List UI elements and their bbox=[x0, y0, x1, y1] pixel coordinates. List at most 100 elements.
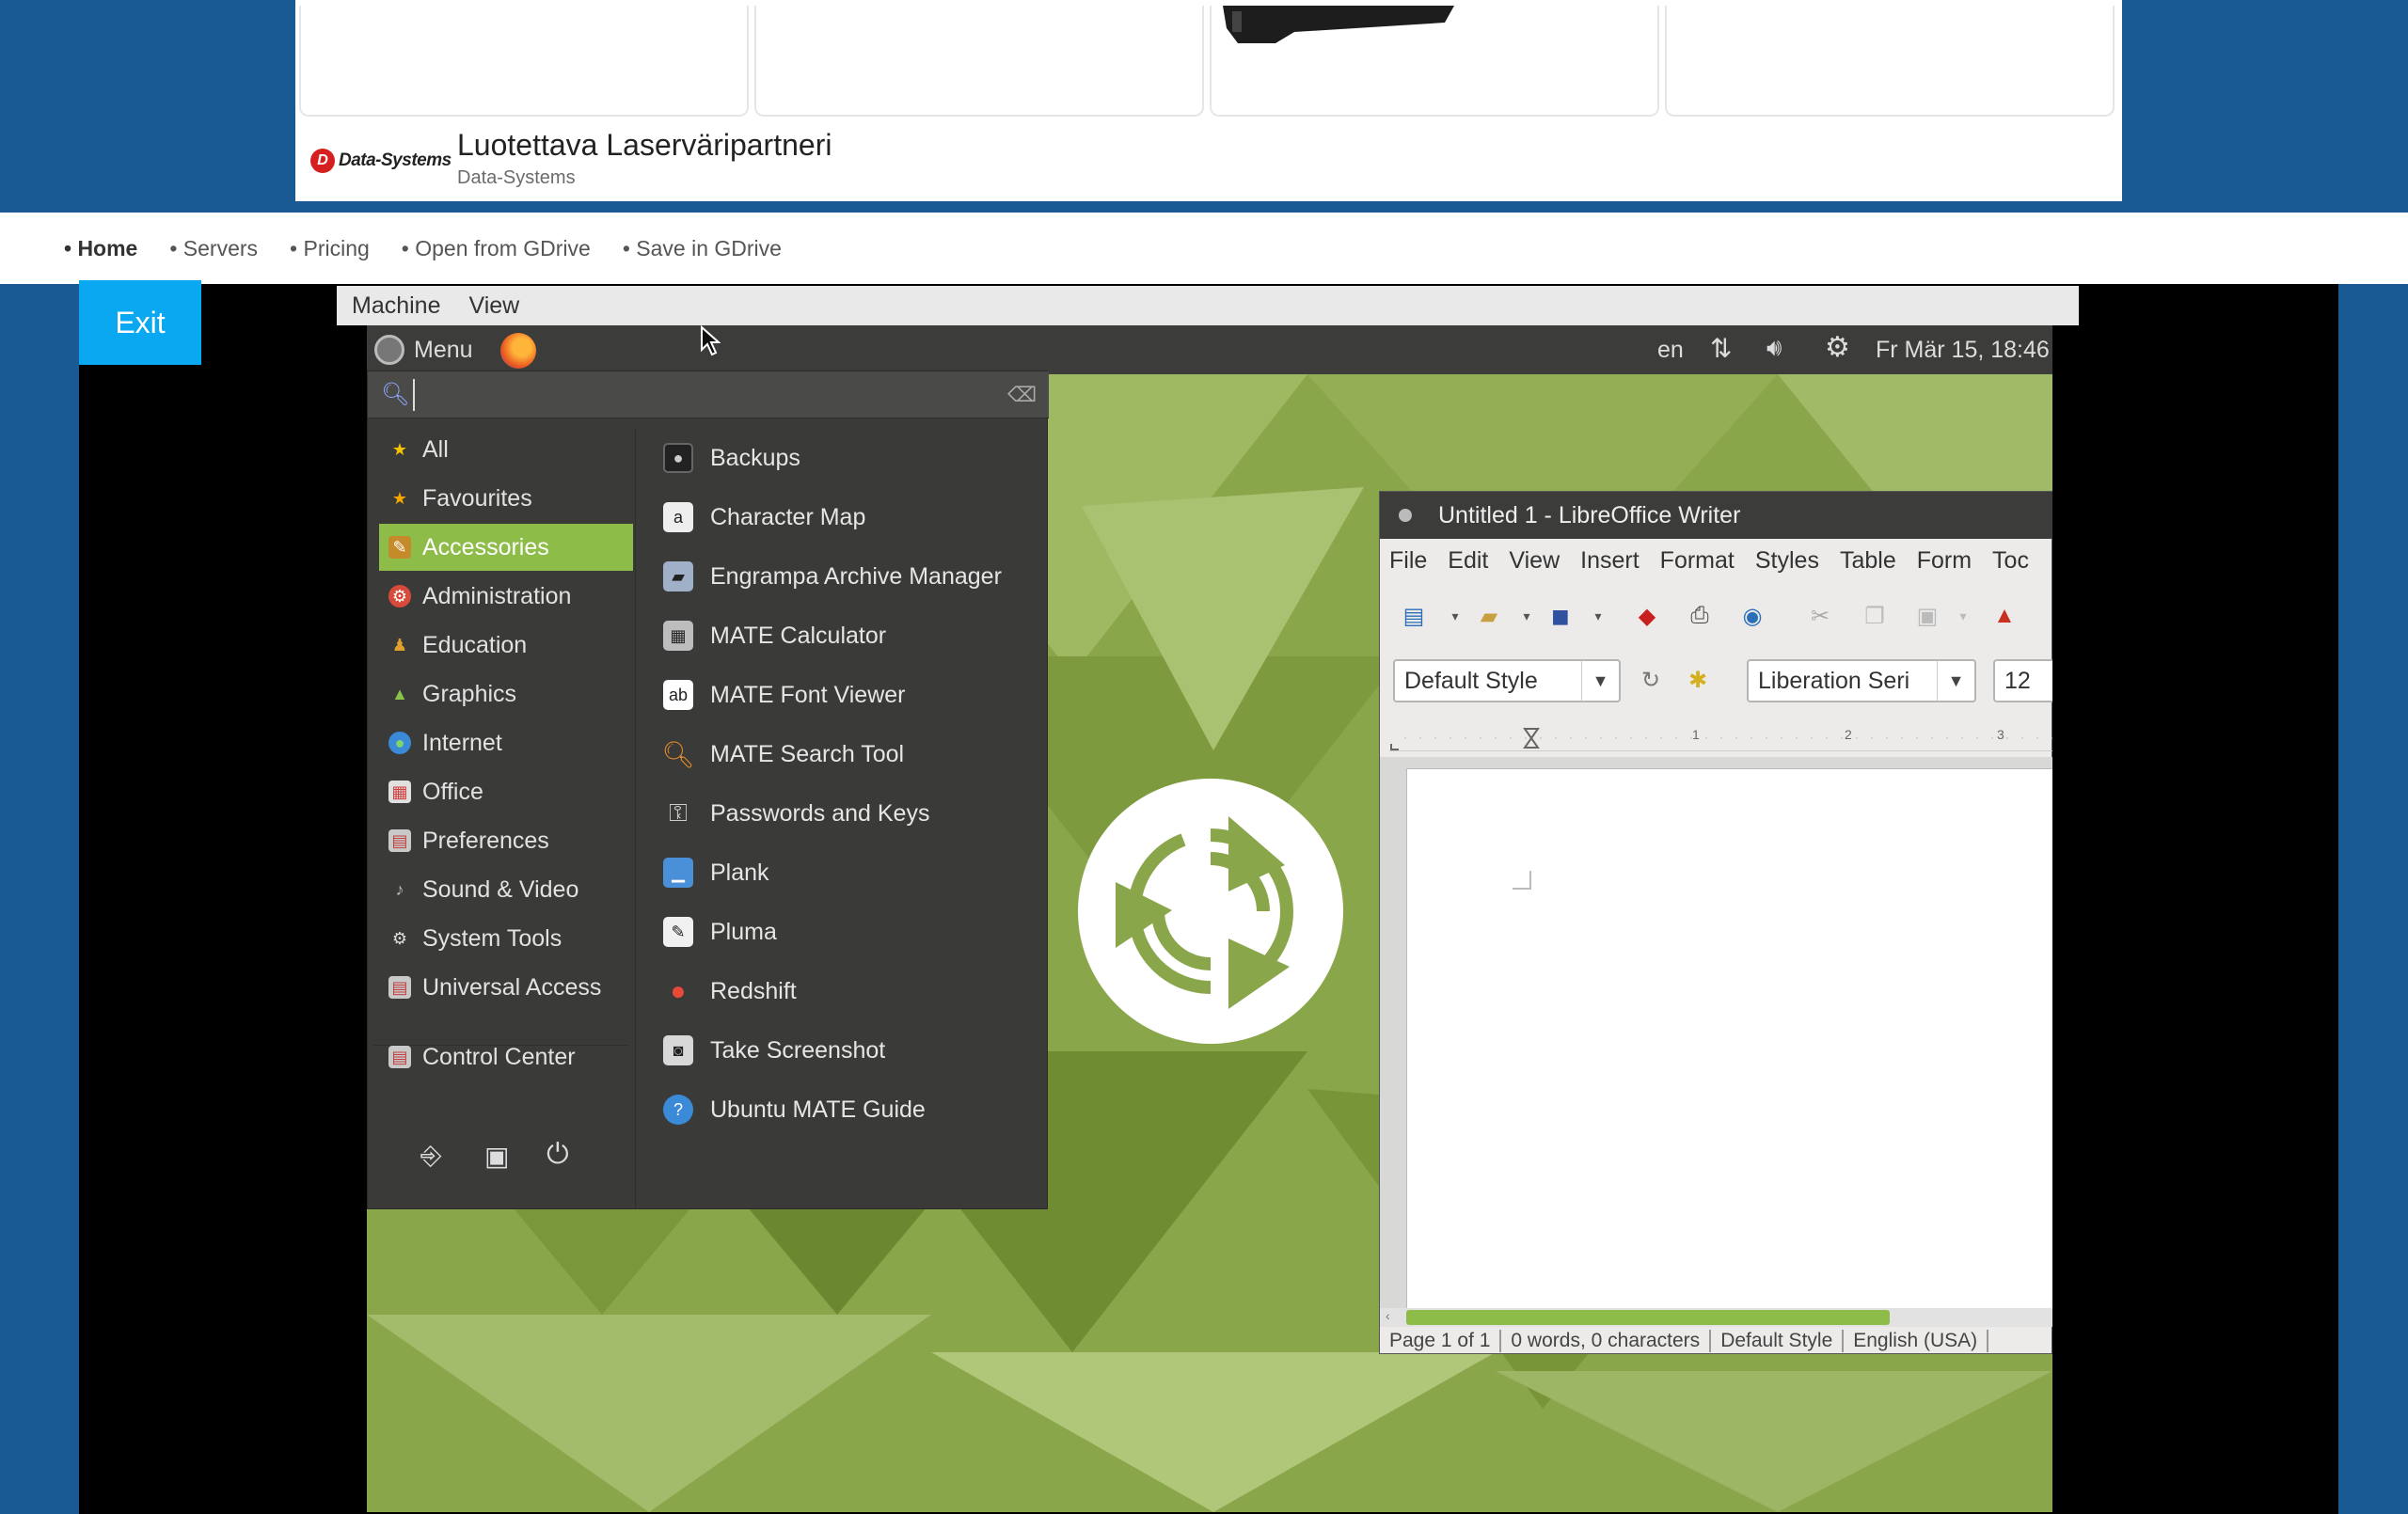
app-mate-search-tool[interactable]: 🔍︎ MATE Search Tool bbox=[650, 728, 1036, 781]
app-mate-font-viewer[interactable]: ab MATE Font Viewer bbox=[650, 669, 1036, 721]
status-page[interactable]: Page 1 of 1 bbox=[1380, 1330, 1502, 1352]
print-icon[interactable]: ⎙ bbox=[1681, 597, 1719, 635]
volume-icon[interactable]: 🔊︎ bbox=[1766, 333, 1782, 363]
writer-menu-insert[interactable]: Insert bbox=[1580, 547, 1640, 575]
app-mate-calculator[interactable]: ▦ MATE Calculator bbox=[650, 609, 1036, 662]
scroll-left-icon[interactable]: ‹ bbox=[1386, 1308, 1390, 1323]
writer-menu-form[interactable]: Form bbox=[1917, 547, 1972, 575]
app-backups[interactable]: ● Backups bbox=[650, 432, 1036, 484]
window-menu-icon[interactable] bbox=[1399, 509, 1412, 522]
category-favourites[interactable]: ★ Favourites bbox=[379, 475, 633, 522]
writer-menu-format[interactable]: Format bbox=[1660, 547, 1735, 575]
writer-menu-tools[interactable]: Toc bbox=[1992, 547, 2029, 575]
category-internet[interactable]: ● Internet bbox=[379, 719, 633, 766]
open-folder-icon[interactable]: ▰ bbox=[1470, 597, 1508, 635]
lock-screen-icon[interactable]: ▣ bbox=[484, 1141, 509, 1172]
power-icon[interactable]: ⏻ bbox=[547, 1139, 569, 1171]
app-redshift[interactable]: ● Redshift bbox=[650, 965, 1036, 1017]
document-page[interactable] bbox=[1406, 768, 2052, 1310]
clear-search-icon[interactable]: ⌫ bbox=[1007, 383, 1037, 407]
cut-icon[interactable]: ✂ bbox=[1801, 597, 1839, 635]
category-control-center[interactable]: ▤ Control Center bbox=[379, 1033, 633, 1080]
category-education[interactable]: ♟ Education bbox=[379, 622, 633, 669]
writer-menu-styles[interactable]: Styles bbox=[1755, 547, 1819, 575]
app-ubuntu-mate-guide[interactable]: ? Ubuntu MATE Guide bbox=[650, 1083, 1036, 1136]
open-dropdown-icon[interactable]: ▾ bbox=[1508, 597, 1545, 635]
horizontal-ruler[interactable]: 1 2 3 bbox=[1389, 723, 2052, 751]
menu-search-input[interactable] bbox=[413, 379, 977, 411]
nav-pricing[interactable]: • Pricing bbox=[290, 236, 370, 261]
category-system-tools[interactable]: ⚙ System Tools bbox=[379, 915, 633, 962]
logout-icon[interactable]: ⎆ bbox=[420, 1141, 441, 1172]
save-icon[interactable]: ◼ bbox=[1542, 597, 1579, 635]
font-name-select[interactable]: Liberation Seri ▼ bbox=[1747, 659, 1976, 702]
app-plank[interactable]: ▁ Plank bbox=[650, 846, 1036, 899]
keyboard-layout-indicator[interactable]: en bbox=[1657, 337, 1684, 364]
document-area[interactable] bbox=[1380, 757, 2052, 1310]
new-document-icon[interactable]: ▤ bbox=[1395, 597, 1433, 635]
ad-product-tile[interactable] bbox=[1210, 6, 1659, 117]
app-take-screenshot[interactable]: ◙ Take Screenshot bbox=[650, 1024, 1036, 1077]
writer-menu-table[interactable]: Table bbox=[1840, 547, 1896, 575]
print-preview-icon[interactable]: ◉ bbox=[1734, 597, 1771, 635]
category-office[interactable]: ▦ Office bbox=[379, 768, 633, 815]
nav-open-from-gdrive[interactable]: • Open from GDrive bbox=[402, 236, 591, 261]
app-pluma[interactable]: ✎ Pluma bbox=[650, 906, 1036, 958]
status-language[interactable]: English (USA) bbox=[1844, 1330, 1989, 1352]
scrollbar-thumb[interactable] bbox=[1406, 1310, 1890, 1325]
category-preferences[interactable]: ▤ Preferences bbox=[379, 817, 633, 864]
app-character-map[interactable]: a Character Map bbox=[650, 491, 1036, 544]
vm-screen[interactable]: Menu en ⇅ 🔊︎ ⚙ Fr Mär 15, 18:46 🔍︎ ⌫ ★ Al… bbox=[367, 325, 2052, 1512]
nav-save-in-gdrive[interactable]: • Save in GDrive bbox=[623, 236, 782, 261]
category-accessories[interactable]: ✎ Accessories bbox=[379, 524, 633, 571]
clone-formatting-icon[interactable]: ▲ bbox=[1986, 597, 2023, 635]
paste-dropdown-icon[interactable]: ▾ bbox=[1944, 597, 1982, 635]
writer-titlebar[interactable]: Untitled 1 - LibreOffice Writer bbox=[1380, 492, 2052, 539]
ad-advertiser[interactable]: Data-Systems bbox=[457, 167, 576, 189]
category-label: Accessories bbox=[422, 533, 549, 560]
ad-title[interactable]: Luotettava Laserväripartneri bbox=[457, 128, 832, 163]
category-graphics[interactable]: ▲ Graphics bbox=[379, 670, 633, 718]
save-dropdown-icon[interactable]: ▾ bbox=[1579, 597, 1617, 635]
chevron-down-icon[interactable]: ▼ bbox=[1937, 661, 1974, 701]
category-sound-video[interactable]: ♪ Sound & Video bbox=[379, 866, 633, 913]
horizontal-scrollbar[interactable]: ‹ bbox=[1380, 1308, 2052, 1327]
network-icon[interactable]: ⇅ bbox=[1710, 333, 1732, 364]
status-page-style[interactable]: Default Style bbox=[1711, 1330, 1845, 1352]
panel-clock[interactable]: Fr Mär 15, 18:46 bbox=[1876, 337, 2050, 364]
app-passwords-keys[interactable]: ⚿ Passwords and Keys bbox=[650, 787, 1036, 840]
libreoffice-writer-window[interactable]: Untitled 1 - LibreOffice Writer File Edi… bbox=[1379, 491, 2052, 1354]
writer-menu-file[interactable]: File bbox=[1389, 547, 1427, 575]
vm-menu-machine[interactable]: Machine bbox=[352, 292, 441, 320]
new-style-icon[interactable]: ✱ bbox=[1679, 661, 1717, 699]
menu-button[interactable]: Menu bbox=[374, 331, 473, 369]
nav-servers[interactable]: • Servers bbox=[169, 236, 258, 261]
writer-menu-view[interactable]: View bbox=[1509, 547, 1560, 575]
copy-icon[interactable]: ❐ bbox=[1856, 597, 1893, 635]
advertiser-logo[interactable]: D Data-Systems bbox=[310, 147, 452, 175]
category-universal-access[interactable]: ▤ Universal Access bbox=[379, 964, 633, 1011]
new-dropdown-icon[interactable]: ▾ bbox=[1436, 597, 1474, 635]
chevron-down-icon[interactable]: ▼ bbox=[1581, 661, 1619, 701]
vm-menu-view[interactable]: View bbox=[469, 292, 520, 320]
ad-product-tile[interactable] bbox=[754, 6, 1204, 117]
status-word-count[interactable]: 0 words, 0 characters bbox=[1501, 1330, 1712, 1352]
update-style-icon[interactable]: ↻ bbox=[1632, 661, 1670, 699]
nav-home[interactable]: • Home bbox=[64, 236, 137, 261]
export-pdf-icon[interactable]: ◆ bbox=[1628, 597, 1666, 635]
app-engrampa[interactable]: ▰ Engrampa Archive Manager bbox=[650, 550, 1036, 603]
exit-button[interactable]: Exit bbox=[79, 280, 201, 365]
category-all[interactable]: ★ All bbox=[379, 426, 633, 473]
graphics-icon: ▲ bbox=[391, 684, 408, 703]
category-administration[interactable]: ⚙ Administration bbox=[379, 573, 633, 620]
paragraph-style-select[interactable]: Default Style ▼ bbox=[1393, 659, 1621, 702]
ad-product-tile[interactable] bbox=[1665, 6, 2115, 117]
font-size-select[interactable]: 12 bbox=[1993, 659, 2052, 702]
writer-menu-edit[interactable]: Edit bbox=[1448, 547, 1488, 575]
ad-product-tile[interactable] bbox=[299, 6, 749, 117]
paste-icon[interactable]: ▣ bbox=[1909, 597, 1946, 635]
firefox-icon[interactable] bbox=[500, 333, 536, 369]
site-nav: • Home • Servers • Pricing • Open from G… bbox=[0, 213, 2408, 284]
ad-card[interactable]: D Data-Systems Luotettava Laserväripartn… bbox=[295, 0, 2122, 201]
settings-gear-icon[interactable]: ⚙ bbox=[1825, 331, 1850, 364]
